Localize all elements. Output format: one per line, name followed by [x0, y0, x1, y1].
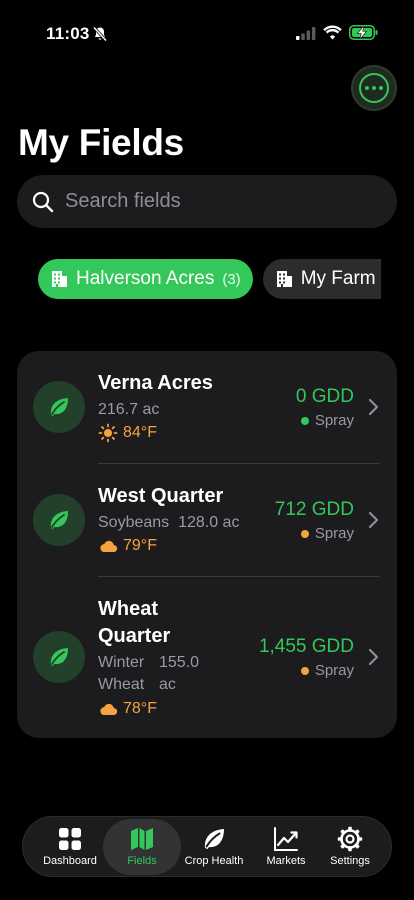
bell-slash-icon — [92, 26, 108, 42]
chart-line-icon — [274, 827, 298, 851]
cloud-icon — [100, 703, 118, 716]
leaf-icon — [50, 398, 68, 416]
field-acres: 128.0 ac — [178, 514, 240, 531]
spray-status: Spray — [300, 525, 354, 542]
field-row-wheat-quarter[interactable]: Wheat Quarter Winter Wheat 155.0 ac 78°F… — [17, 577, 397, 738]
field-gdd: 1,455 GDD — [258, 636, 354, 657]
field-avatar — [33, 381, 85, 433]
farm-chip-count: (3) — [222, 270, 241, 288]
spray-status-dot — [300, 529, 309, 538]
field-gdd: 712 GDD — [274, 499, 354, 520]
tab-dashboard[interactable]: Dashboard — [31, 819, 109, 875]
field-crop: Soybeans — [98, 514, 170, 531]
map-icon — [131, 828, 153, 850]
field-temperature: 84°F — [123, 424, 157, 441]
field-acres: 155.0 ac — [159, 654, 200, 693]
building-icon — [276, 271, 292, 287]
ellipsis-circle-icon — [359, 73, 389, 103]
spray-status: Spray — [300, 412, 354, 429]
tab-bar: Dashboard Fields Crop Health Markets Set… — [22, 816, 392, 877]
tab-label: Crop Health — [184, 855, 244, 867]
spray-status-dot — [300, 416, 309, 425]
status-bar: 11:03 — [0, 0, 414, 54]
cloud-icon — [100, 540, 118, 553]
spray-label: Spray — [314, 525, 354, 542]
leaf-icon — [50, 648, 68, 666]
field-acres: 216.7 ac — [98, 401, 160, 418]
spray-label: Spray — [314, 412, 354, 429]
page-title: My Fields — [18, 122, 184, 163]
gear-icon — [337, 826, 363, 852]
building-icon — [52, 271, 67, 287]
chevron-right-icon — [368, 398, 379, 416]
field-temperature: 79°F — [123, 537, 157, 554]
field-row-verna-acres[interactable]: Verna Acres 216.7 ac 84°F 0 GDD Spray — [17, 351, 397, 464]
field-weather: 84°F — [98, 423, 157, 443]
spray-status-dot — [300, 666, 309, 675]
tab-label: Dashboard — [43, 855, 97, 867]
field-name: Verna Acres — [98, 372, 213, 394]
field-name: West Quarter — [98, 485, 224, 507]
tab-settings[interactable]: Settings — [311, 819, 389, 875]
farm-filter-chips: Halverson Acres (3) My Farm — [38, 259, 381, 299]
field-temperature: 78°F — [123, 700, 157, 717]
tab-label: Settings — [330, 855, 370, 867]
tab-fields[interactable]: Fields — [103, 819, 181, 875]
tab-label: Markets — [266, 855, 306, 867]
field-avatar — [33, 631, 85, 683]
field-gdd: 0 GDD — [295, 386, 354, 407]
wifi-icon — [323, 25, 342, 40]
field-weather: 79°F — [98, 536, 157, 556]
tab-crop-health[interactable]: Crop Health — [175, 819, 253, 875]
field-weather: 78°F — [98, 699, 157, 719]
field-row-west-quarter[interactable]: West Quarter Soybeans 128.0 ac 79°F 712 … — [17, 464, 397, 577]
battery-charging-icon — [349, 25, 378, 40]
chevron-right-icon — [368, 511, 379, 529]
field-crop: Winter Wheat — [98, 654, 145, 693]
field-name: Wheat Quarter — [98, 598, 171, 647]
field-details: Soybeans 128.0 ac — [98, 512, 239, 534]
leaf-icon — [50, 511, 68, 529]
search-input[interactable] — [65, 190, 365, 213]
tab-label: Fields — [127, 855, 157, 867]
farm-chip-label: Halverson Acres — [76, 268, 215, 289]
spray-label: Spray — [314, 662, 354, 679]
search-bar[interactable] — [17, 175, 397, 228]
leaf-icon — [204, 829, 224, 849]
field-avatar — [33, 494, 85, 546]
chevron-right-icon — [368, 648, 379, 666]
grid-icon — [59, 828, 81, 850]
search-icon — [32, 191, 54, 212]
field-list: Verna Acres 216.7 ac 84°F 0 GDD Spray We… — [17, 351, 397, 738]
spray-status: Spray — [300, 662, 354, 679]
sun-icon — [98, 423, 118, 443]
status-time: 11:03 — [46, 24, 90, 43]
more-options-button[interactable] — [351, 65, 397, 111]
farm-chip-halverson-acres[interactable]: Halverson Acres (3) — [38, 259, 253, 299]
farm-chip-my-farm[interactable]: My Farm — [262, 259, 381, 299]
farm-chip-label: My Farm — [300, 268, 376, 289]
cellular-signal-icon — [296, 27, 316, 40]
